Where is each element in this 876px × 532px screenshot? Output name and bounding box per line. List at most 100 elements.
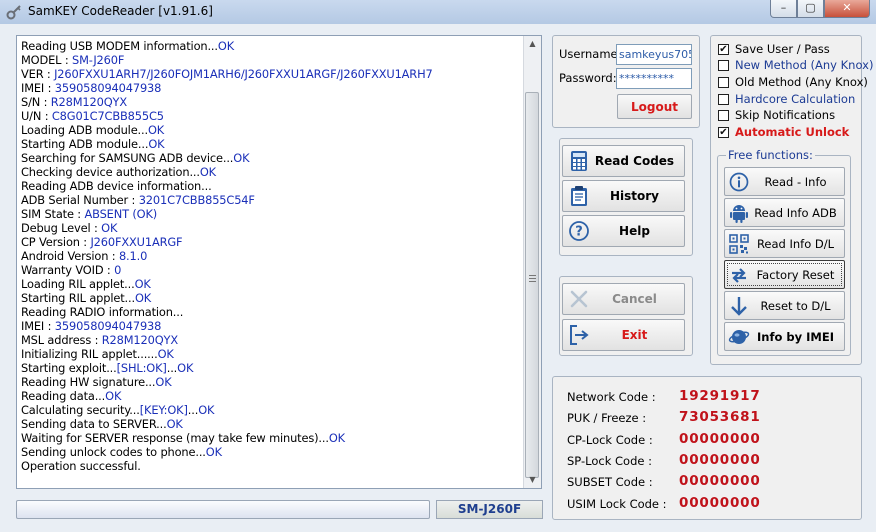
- log-line: Searching for SAMSUNG ADB device...OK: [21, 151, 521, 165]
- log-line: Loading RIL applet...OK: [21, 277, 521, 291]
- read-codes-button[interactable]: Read Codes: [562, 145, 685, 177]
- log-line: IMEI : 359058094047938: [21, 81, 521, 95]
- scroll-up-icon[interactable]: ▲: [524, 36, 541, 52]
- log-segment: Loading ADB module...: [21, 123, 148, 137]
- factory-reset-label: Factory Reset: [756, 268, 835, 282]
- log-line: Initializing RIL applet......OK: [21, 347, 521, 361]
- minimize-button[interactable]: –: [770, 0, 797, 18]
- read-codes-label: Read Codes: [594, 154, 675, 168]
- log-segment: SIM State :: [21, 207, 85, 221]
- checkbox-box[interactable]: [718, 94, 729, 105]
- read-info-button[interactable]: Read - Info: [724, 167, 845, 196]
- password-label: Password:: [559, 71, 617, 85]
- option-checkbox[interactable]: Hardcore Calculation: [718, 92, 858, 108]
- log-segment: OK: [134, 277, 151, 291]
- log-segment: IMEI :: [21, 319, 55, 333]
- log-line: Checking device authorization...OK: [21, 165, 521, 179]
- code-value: 00000000: [679, 452, 761, 468]
- maximize-button[interactable]: ▢: [797, 0, 824, 18]
- log-segment: Warranty VOID :: [21, 263, 115, 277]
- history-label: History: [609, 189, 660, 203]
- log-line: Calculating security...[KEY:OK]...OK: [21, 403, 521, 417]
- info-by-imei-button[interactable]: Info by IMEI: [724, 322, 845, 351]
- username-field[interactable]: samkeyus7052: [616, 44, 692, 65]
- globe-icon: [728, 330, 750, 344]
- checkmark-icon[interactable]: ✔: [718, 44, 729, 55]
- log-line: S/N : R28M120QYX: [21, 95, 521, 109]
- log-line: ADB Serial Number : 3201C7CBB855C54F: [21, 193, 521, 207]
- option-checkbox[interactable]: ✔ Save User / Pass: [718, 42, 858, 58]
- log-segment: Reading USB MODEM information...: [21, 39, 218, 53]
- log-segment: Initializing RIL applet......: [21, 347, 158, 361]
- log-segment: OK: [166, 417, 183, 431]
- log-segment: OK: [155, 375, 172, 389]
- logout-button[interactable]: Logout: [617, 94, 692, 119]
- checkmark-icon[interactable]: ✔: [718, 127, 729, 138]
- log-textbox[interactable]: Reading USB MODEM information...OK MODEL …: [16, 35, 542, 489]
- log-segment: R28M120QYX: [50, 95, 127, 109]
- log-segment: Debug Level :: [21, 221, 102, 235]
- log-scrollbar[interactable]: ▲ ▼: [523, 36, 541, 488]
- option-checkbox[interactable]: Old Method (Any Knox): [718, 75, 868, 91]
- refresh-arrows-icon: [732, 268, 746, 283]
- factory-reset-button[interactable]: Factory Reset: [724, 260, 845, 289]
- username-label: Username:: [559, 47, 622, 61]
- log-segment: CP Version :: [21, 235, 91, 249]
- log-segment: ...: [166, 361, 178, 375]
- read-info-adb-button[interactable]: Read Info ADB: [724, 198, 845, 227]
- log-segment: OK: [177, 361, 194, 375]
- down-arrow-icon: [731, 297, 747, 316]
- option-label: Save User / Pass: [735, 42, 830, 56]
- option-checkbox[interactable]: ✔ Automatic Unlock: [718, 125, 858, 141]
- log-segment: OK: [157, 347, 174, 361]
- log-lines: Reading USB MODEM information...OK MODEL …: [21, 39, 521, 473]
- scroll-thumb[interactable]: [525, 92, 539, 478]
- log-segment: OK: [105, 389, 122, 403]
- log-line: Debug Level : OK: [21, 221, 521, 235]
- read-info-dl-button[interactable]: Read Info D/L: [724, 229, 845, 258]
- log-segment: 3201C7CBB855C54F: [138, 193, 255, 207]
- history-button[interactable]: History: [562, 180, 685, 212]
- help-button[interactable]: ? Help: [562, 215, 685, 247]
- reset-to-dl-button[interactable]: Reset to D/L: [724, 291, 845, 320]
- log-segment: OK: [199, 165, 216, 179]
- log-line: Android Version : 8.1.0: [21, 249, 521, 263]
- log-line: SIM State : ABSENT (OK): [21, 207, 521, 221]
- log-segment: Android Version :: [21, 249, 119, 263]
- code-label: Network Code :: [567, 390, 656, 404]
- log-segment: C8G01C7CBB855C5: [51, 109, 164, 123]
- close-button[interactable]: ✕: [824, 0, 870, 18]
- info-icon: [729, 172, 749, 192]
- log-line: CP Version : J260FXXU1ARGF: [21, 235, 521, 249]
- option-label: Hardcore Calculation: [735, 92, 856, 106]
- log-segment: R28M120QYX: [101, 333, 178, 347]
- checkbox-box[interactable]: [718, 60, 729, 71]
- option-label: New Method (Any Knox): [735, 58, 874, 72]
- cancel-label: Cancel: [612, 292, 657, 306]
- app-key-icon: [6, 5, 21, 20]
- log-line: Operation successful.: [21, 459, 521, 473]
- checkbox-box[interactable]: [718, 77, 729, 88]
- log-segment: 8.1.0: [118, 249, 148, 263]
- log-segment: J260FXXU1ARGF: [90, 235, 183, 249]
- log-line: Waiting for SERVER response (may take fe…: [21, 431, 521, 445]
- log-segment: Sending data to SERVER...: [21, 417, 167, 431]
- option-checkbox[interactable]: Skip Notifications: [718, 108, 858, 124]
- exit-button[interactable]: Exit: [562, 319, 685, 351]
- log-segment: Searching for SAMSUNG ADB device...: [21, 151, 234, 165]
- checkbox-box[interactable]: [718, 110, 729, 121]
- option-label: Old Method (Any Knox): [735, 75, 868, 89]
- scroll-down-icon[interactable]: ▼: [524, 472, 541, 488]
- log-segment: U/N :: [21, 109, 52, 123]
- code-label: USIM Lock Code :: [567, 497, 667, 511]
- log-segment: Checking device authorization...: [21, 165, 200, 179]
- code-label: CP-Lock Code :: [567, 433, 653, 447]
- log-line: IMEI : 359058094047938: [21, 319, 521, 333]
- option-checkbox[interactable]: New Method (Any Knox): [718, 58, 873, 74]
- maximize-icon: ▢: [805, 1, 816, 14]
- log-segment: VER :: [21, 67, 55, 81]
- progress-bar: [16, 500, 430, 519]
- password-field[interactable]: **********: [616, 68, 692, 89]
- log-segment: Starting RIL applet...: [21, 291, 135, 305]
- cancel-button[interactable]: Cancel: [562, 283, 685, 315]
